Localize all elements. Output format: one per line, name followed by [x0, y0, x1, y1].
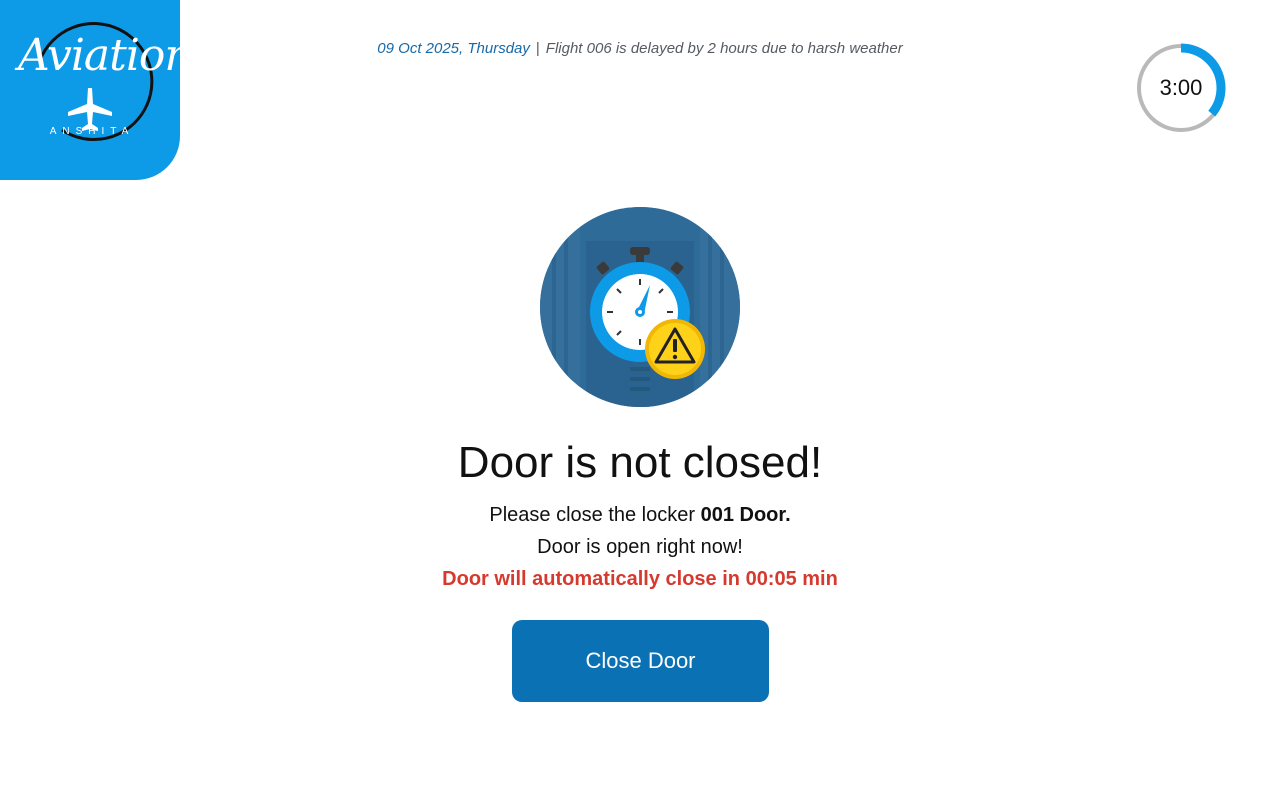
- ticker-separator: |: [535, 40, 540, 57]
- announcement-ticker: 09 Oct 2025, Thursday | Flight 006 is dela…: [0, 40, 1280, 57]
- logo-subtitle: ANSHITA: [49, 126, 135, 137]
- airplane-icon: [68, 88, 112, 131]
- alert-instruction: Please close the locker 001 Door.: [0, 504, 1280, 527]
- ticker-message: Flight 006 is delayed by 2 hours due to …: [545, 40, 903, 57]
- stopwatch-warning-icon: [540, 207, 740, 407]
- alert-title: Door is not closed!: [457, 438, 823, 487]
- close-door-button[interactable]: Close Door: [512, 620, 769, 702]
- brand-logo: Aviation ANSHITA: [0, 0, 180, 180]
- countdown-timer: 3:00: [1136, 43, 1226, 133]
- timer-label: 3:00: [1159, 75, 1203, 100]
- logo-ring-icon: [38, 22, 154, 141]
- door-status-text: Door is open right now!: [537, 536, 743, 558]
- ticker-date: 09 Oct 2025, Thursday: [377, 40, 530, 57]
- locker-id: 001 Door.: [700, 504, 791, 526]
- instruction-text: Please close the locker: [489, 504, 701, 526]
- auto-close-warning: Door will automatically close in 00:05 m…: [442, 568, 838, 590]
